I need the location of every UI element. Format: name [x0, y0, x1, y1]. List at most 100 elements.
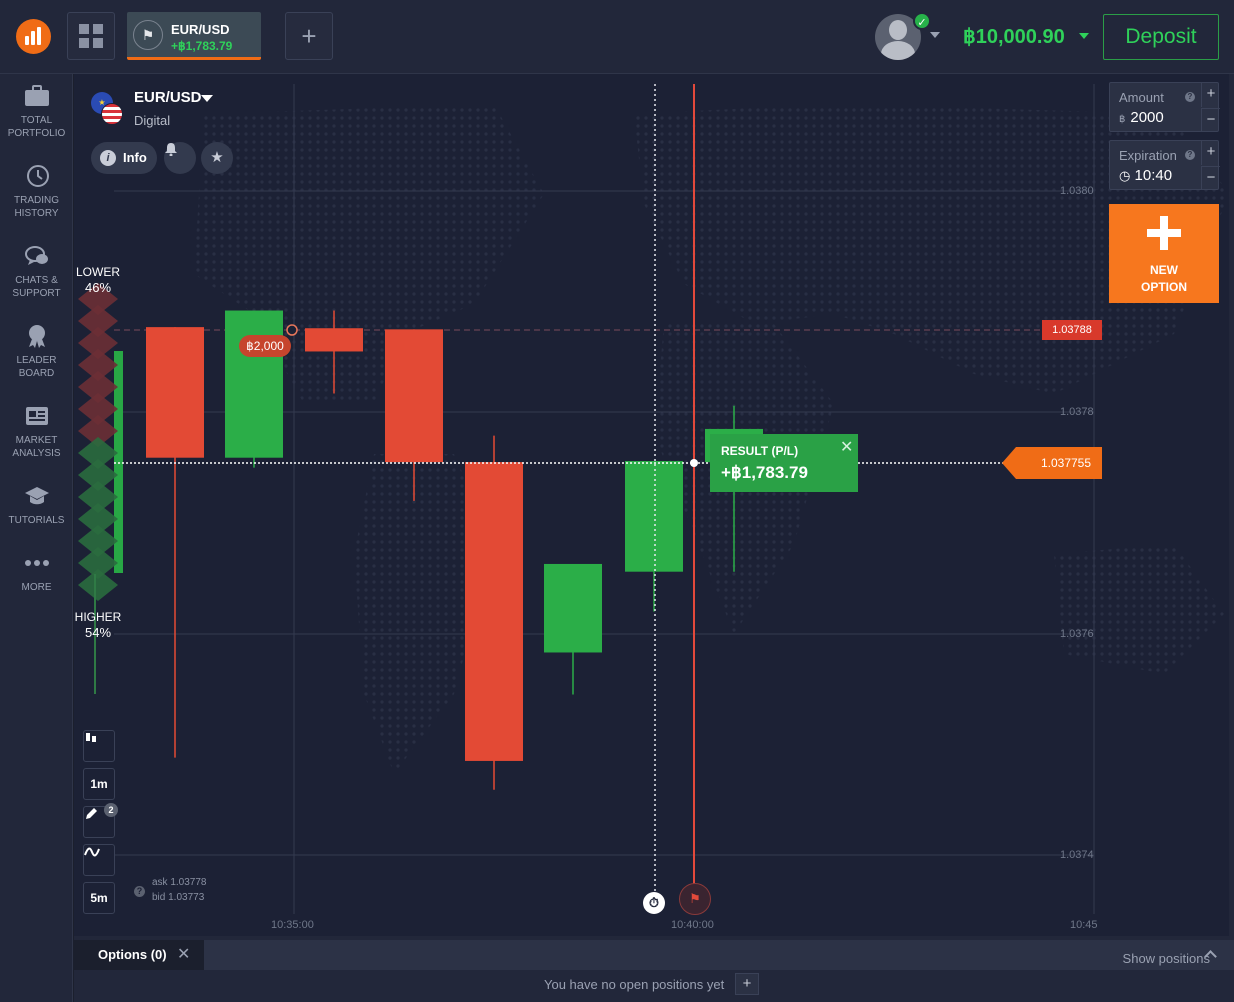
- sidebar-item-label: TOTAL PORTFOLIO: [7, 115, 66, 139]
- ask-value: ask 1.03778: [152, 877, 207, 888]
- candle-body: [385, 329, 443, 463]
- amount-value[interactable]: ฿ 2000: [1119, 109, 1164, 126]
- strike-price-label: 1.03788: [1042, 320, 1102, 340]
- amount-number: 2000: [1130, 109, 1164, 126]
- pencil-icon: [86, 808, 97, 819]
- amount-minus-button[interactable]: −: [1201, 108, 1220, 132]
- deposit-button[interactable]: Deposit: [1103, 14, 1219, 60]
- asset-tab-pl: +฿1,783.79: [171, 39, 233, 53]
- asset-type: Digital: [134, 113, 171, 128]
- result-label: RESULT (P/L): [721, 444, 799, 458]
- sentiment-chevron: [78, 569, 118, 601]
- bet-amount-badge: ฿2,000: [239, 335, 291, 357]
- briefcase-icon: [23, 84, 51, 108]
- sidebar-item-more[interactable]: MORE: [0, 551, 73, 594]
- sentiment-higher: HIGHER 54%: [74, 609, 122, 641]
- timeframe-5m-button[interactable]: 5m: [83, 882, 115, 914]
- expiration-field[interactable]: Expiration ? ◷ 10:40 + −: [1109, 140, 1220, 190]
- favorite-star-button[interactable]: ★: [201, 142, 233, 174]
- positions-tabbar: Show positions: [204, 940, 1234, 970]
- grid-menu-button[interactable]: [67, 12, 115, 60]
- wave-icon: [84, 847, 100, 857]
- newspaper-icon: [23, 404, 51, 428]
- plus-icon: [1147, 216, 1181, 250]
- pair-chevron-down-icon[interactable]: [201, 95, 213, 102]
- sidebar-item-leader-board[interactable]: LEADER BOARD: [0, 324, 73, 380]
- candle-body: [305, 328, 363, 352]
- current-price-dot: [690, 459, 698, 467]
- new-option-button[interactable]: NEW OPTION: [1109, 204, 1219, 303]
- stopwatch-icon: ⏱: [643, 892, 665, 914]
- history-icon: [23, 164, 51, 188]
- expiration-value[interactable]: ◷ 10:40: [1119, 167, 1172, 184]
- brand-logo[interactable]: [16, 19, 51, 54]
- star-icon: ★: [210, 149, 224, 166]
- expiration-label: Expiration: [1119, 148, 1177, 163]
- balance-chevron-down-icon[interactable]: [1079, 33, 1089, 39]
- higher-label: HIGHER: [74, 610, 122, 624]
- info-button[interactable]: i Info: [91, 142, 157, 174]
- x-tick-label: 10:40:00: [671, 919, 714, 931]
- entry-marker: [286, 324, 298, 336]
- candle-body: [225, 310, 283, 458]
- sidebar-item-chats-support[interactable]: CHATS & SUPPORT: [0, 244, 73, 300]
- bell-icon: [165, 143, 177, 156]
- show-positions-button[interactable]: Show positions: [1123, 951, 1210, 966]
- trophy-icon: [23, 324, 51, 348]
- y-tick-label: 1.0376: [1060, 628, 1094, 640]
- y-tick-label: 1.0374: [1060, 849, 1094, 861]
- options-tab-label: Options (0): [98, 947, 167, 962]
- clock-icon: ◷: [1119, 168, 1131, 183]
- amount-label: Amount: [1119, 90, 1164, 105]
- finish-flag-icon: ⚑: [679, 883, 711, 915]
- expiration-time: 10:40: [1134, 167, 1173, 184]
- expiration-minus-button[interactable]: −: [1201, 166, 1220, 190]
- left-sidebar: TOTAL PORTFOLIO TRADING HISTORY CHATS & …: [0, 74, 73, 1002]
- current-price-label: 1.037755: [1002, 447, 1102, 479]
- amount-field[interactable]: Amount ? ฿ 2000 + −: [1109, 82, 1220, 132]
- sidebar-item-label: MORE: [21, 582, 52, 593]
- right-edge: [1229, 74, 1234, 936]
- amount-plus-button[interactable]: +: [1201, 83, 1220, 107]
- draw-tool[interactable]: 2: [83, 803, 118, 838]
- asset-tab-eurusd[interactable]: ⚑ EUR/USD +฿1,783.79: [127, 12, 261, 60]
- sidebar-item-total-portfolio[interactable]: TOTAL PORTFOLIO: [0, 84, 73, 140]
- positions-panel: Show positions Options (0) ✕ You have no…: [74, 936, 1234, 1002]
- lower-label: LOWER: [75, 265, 120, 279]
- info-label: Info: [123, 150, 147, 165]
- result-popup: RESULT (P/L) +฿1,783.79 ✕: [710, 434, 858, 492]
- help-icon[interactable]: ?: [1185, 150, 1195, 160]
- add-position-button[interactable]: +: [735, 973, 759, 995]
- chat-icon: [23, 244, 51, 268]
- indicator-tool[interactable]: [83, 844, 115, 876]
- tab-options[interactable]: Options (0) ✕: [74, 940, 204, 970]
- sidebar-item-label: LEADER BOARD: [16, 355, 57, 379]
- timeframe-1m-button[interactable]: 1m: [83, 768, 115, 800]
- lower-pct: 46%: [84, 280, 112, 295]
- chevron-down-icon[interactable]: [930, 32, 940, 38]
- candle-body: [625, 461, 683, 572]
- close-icon[interactable]: ✕: [840, 437, 853, 457]
- no-positions-message: You have no open positions yet: [544, 977, 725, 992]
- verified-check-icon: ✓: [913, 12, 931, 30]
- sidebar-item-tutorials[interactable]: TUTORIALS: [0, 484, 73, 527]
- asset-tab-name: EUR/USD: [171, 22, 230, 37]
- candle-type-tool[interactable]: [83, 730, 115, 762]
- currency-symbol: ฿: [1119, 114, 1126, 125]
- candlestick-chart[interactable]: [74, 74, 1229, 936]
- account-balance[interactable]: ฿10,000.90: [963, 24, 1065, 49]
- sidebar-item-label: MARKET ANALYSIS: [12, 435, 61, 459]
- help-icon[interactable]: ?: [1185, 92, 1195, 102]
- add-asset-button[interactable]: +: [285, 12, 333, 60]
- result-value: +฿1,783.79: [721, 463, 808, 482]
- currency-flags: ★: [91, 92, 125, 126]
- asset-pair-title[interactable]: EUR/USD: [134, 89, 202, 106]
- sidebar-item-market-analysis[interactable]: MARKET ANALYSIS: [0, 404, 73, 460]
- expiration-plus-button[interactable]: +: [1201, 141, 1220, 165]
- more-dots-icon: [23, 551, 51, 575]
- sidebar-item-trading-history[interactable]: TRADING HISTORY: [0, 164, 73, 220]
- sidebar-item-label: TRADING HISTORY: [14, 195, 59, 219]
- close-tab-icon[interactable]: ✕: [177, 940, 190, 970]
- alert-bell-button[interactable]: [164, 142, 196, 174]
- chart-area[interactable]: ★ EUR/USD Digital i Info ★ LOWER 46% HIGHE…: [74, 74, 1229, 936]
